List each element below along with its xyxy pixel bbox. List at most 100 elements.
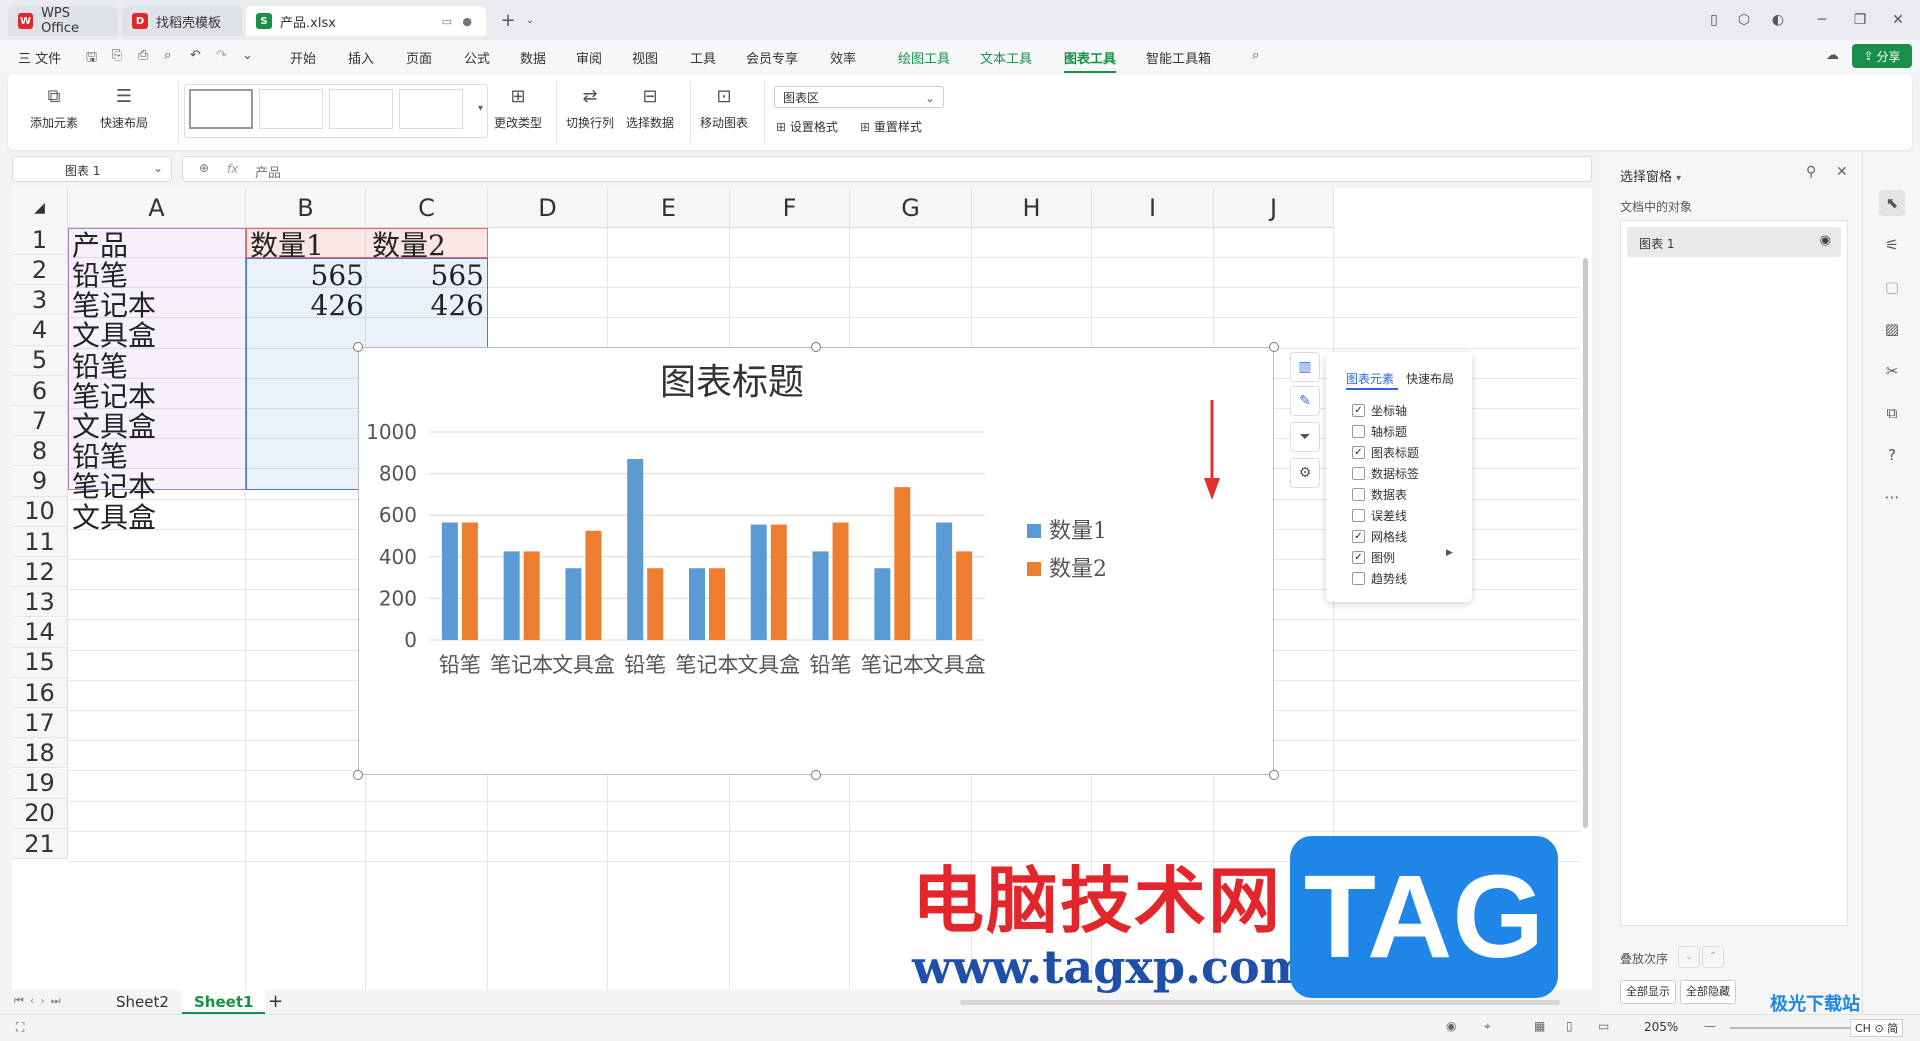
monitor-icon[interactable]: ▭ (442, 15, 452, 28)
row-header[interactable]: 5 (12, 345, 68, 376)
element-option[interactable]: 数据标签 (1352, 465, 1419, 482)
undo-icon[interactable]: ↶ (190, 48, 201, 63)
row-header[interactable]: 19 (12, 768, 68, 799)
tools-icon[interactable]: ✂ (1879, 358, 1905, 384)
cell-a10[interactable]: 文具盒 (72, 499, 242, 536)
unsaved-dot-icon[interactable]: ● (462, 15, 472, 28)
row-header[interactable]: 20 (12, 798, 68, 829)
order-up-button[interactable]: ⌃ (1702, 946, 1724, 968)
new-tab-icon[interactable]: + (496, 8, 520, 32)
resize-handle-bl[interactable] (353, 770, 363, 780)
row-header[interactable]: 11 (12, 527, 68, 557)
row-header[interactable]: 9 (12, 466, 68, 497)
reading-view-icon[interactable]: ▯ (1566, 1019, 1573, 1033)
eye-icon[interactable]: ◉ (1820, 233, 1831, 248)
menu-tools[interactable]: 工具 (690, 48, 716, 67)
checkbox-empty-icon[interactable] (1352, 488, 1365, 501)
order-down-button[interactable]: ⌄ (1678, 946, 1700, 968)
element-option[interactable]: ✓ 坐标轴 (1352, 402, 1407, 419)
filter-icon[interactable]: ⏷ (1290, 422, 1320, 452)
gallery-more-icon[interactable]: ▾ (478, 103, 483, 114)
close-icon[interactable]: ✕ (1886, 8, 1910, 32)
chart-elements-icon[interactable]: ▥ (1290, 352, 1320, 382)
tab-quick-layout[interactable]: 快速布局 (1406, 370, 1454, 387)
menu-formula[interactable]: 公式 (464, 48, 490, 67)
eye-protect-icon[interactable]: ◉ (1446, 1019, 1456, 1033)
menu-view[interactable]: 视图 (632, 48, 658, 67)
column-header[interactable]: B (246, 188, 366, 228)
column-header[interactable]: F (730, 188, 850, 228)
backup-icon[interactable]: ⧉ (1879, 400, 1905, 426)
element-option[interactable]: ✓ 网格线 (1352, 528, 1407, 545)
menu-insert[interactable]: 插入 (348, 48, 374, 67)
chart-style-3[interactable] (329, 89, 393, 129)
menu-text-tools[interactable]: 文本工具 (980, 48, 1032, 67)
row-header[interactable]: 18 (12, 738, 68, 769)
checkbox-empty-icon[interactable] (1352, 425, 1365, 438)
avatar[interactable]: ◐ (1766, 8, 1790, 32)
page-view-icon[interactable]: ▭ (1598, 1019, 1609, 1033)
element-option[interactable]: 数据表 (1352, 486, 1407, 503)
export-icon[interactable]: ⎘ (112, 48, 122, 63)
more-chevron-icon[interactable]: ⌄ (242, 48, 253, 63)
settings-icon[interactable]: ⚙ (1290, 458, 1320, 488)
chart-container[interactable]: 图表标题 0 200 400 600 800 1000 铅笔 笔记本 文具盒 铅笔 笔记本 文具盒 铅笔笔… (358, 347, 1274, 775)
row-header[interactable]: 6 (12, 376, 68, 406)
row-header[interactable]: 1 (12, 225, 68, 255)
resize-handle-t[interactable] (811, 342, 821, 352)
search-icon[interactable]: ⌕ (1252, 48, 1259, 63)
menu-data[interactable]: 数据 (520, 48, 546, 67)
switch-rowcol-button[interactable]: ⇄ 切换行列 (566, 84, 614, 131)
add-sheet-button[interactable]: + (268, 990, 283, 1014)
resize-handle-br[interactable] (1269, 770, 1279, 780)
element-option[interactable]: 趋势线 (1352, 570, 1407, 587)
cell-b3[interactable]: 426 (246, 287, 364, 324)
show-all-button[interactable]: 全部显示 (1620, 980, 1676, 1004)
minimize-icon[interactable]: ─ (1810, 8, 1834, 32)
save-icon[interactable]: 🖫 (86, 48, 97, 70)
select-all-corner[interactable]: ◢ (12, 188, 68, 228)
layout-icon[interactable]: ▯ (1702, 8, 1726, 32)
menu-page[interactable]: 页面 (406, 48, 432, 67)
resize-handle-tr[interactable] (1269, 342, 1279, 352)
sheet-nav-icon[interactable]: ⏮‹›⏭ (14, 994, 67, 1008)
name-box[interactable]: 图表 1 ⌄ (12, 156, 172, 182)
preview-icon[interactable]: ⌕ (164, 48, 171, 63)
file-menu[interactable]: 三 文件 (18, 48, 61, 67)
redo-icon[interactable]: ↷ (216, 48, 227, 63)
element-option[interactable]: 误差线 (1352, 507, 1407, 524)
row-header[interactable]: 15 (12, 647, 68, 678)
row-header[interactable]: 4 (12, 315, 68, 346)
checkbox-empty-icon[interactable] (1352, 509, 1365, 522)
tab-wps-office[interactable]: W WPS Office (8, 6, 118, 36)
element-option[interactable]: ✓ 图例 (1352, 549, 1395, 566)
sheet-tab-sheet2[interactable]: Sheet2 (104, 990, 181, 1014)
pane-title[interactable]: 选择窗格 ▾ (1620, 166, 1681, 185)
element-option[interactable]: ✓ 图表标题 (1352, 444, 1419, 461)
row-header[interactable]: 21 (12, 829, 68, 859)
chevron-right-icon[interactable]: ▶ (1446, 548, 1453, 558)
hide-all-button[interactable]: 全部隐藏 (1680, 980, 1736, 1004)
help-icon[interactable]: ? (1879, 442, 1905, 468)
checkbox-checked-icon[interactable]: ✓ (1352, 551, 1365, 564)
chart-area-select[interactable]: 图表区 ⌄ (774, 86, 944, 108)
set-format-button[interactable]: ⊞ 设置格式 (776, 118, 838, 135)
checkbox-checked-icon[interactable]: ✓ (1352, 530, 1365, 543)
quick-layout-button[interactable]: ☰ 快速布局 (100, 84, 148, 131)
menu-drawing-tools[interactable]: 绘图工具 (898, 48, 950, 67)
menu-review[interactable]: 审阅 (576, 48, 602, 67)
row-header[interactable]: 10 (12, 496, 68, 527)
row-header[interactable]: 12 (12, 557, 68, 588)
normal-view-icon[interactable]: ▦ (1534, 1019, 1545, 1033)
menu-efficiency[interactable]: 效率 (830, 48, 856, 67)
column-header[interactable]: I (1092, 188, 1214, 228)
row-header[interactable]: 16 (12, 678, 68, 708)
checkbox-empty-icon[interactable] (1352, 572, 1365, 585)
horizontal-scrollbar[interactable] (960, 1000, 1560, 1005)
object-item-chart[interactable]: 图表 1 ◉ (1627, 227, 1841, 257)
menu-chart-tools[interactable]: 图表工具 (1064, 48, 1117, 73)
restore-icon[interactable]: ❐ (1848, 8, 1872, 32)
column-header[interactable]: H (972, 188, 1092, 228)
cube-icon[interactable]: ⬡ (1732, 8, 1756, 32)
menu-member[interactable]: 会员专享 (746, 48, 798, 67)
